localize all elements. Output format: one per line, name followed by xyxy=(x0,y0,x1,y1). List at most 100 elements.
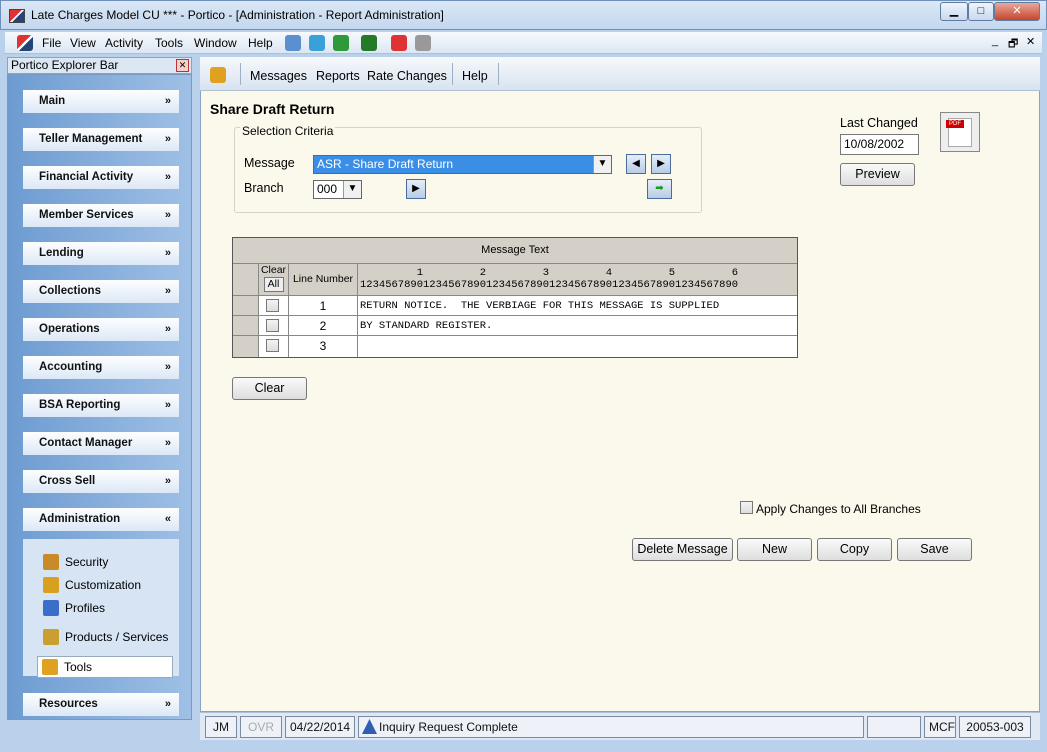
explorer-bar-header: Portico Explorer Bar ✕ xyxy=(7,57,192,74)
clear-column-label: Clear xyxy=(260,264,287,276)
group-label: BSA Reporting xyxy=(39,399,121,411)
close-button[interactable]: ✕ xyxy=(994,2,1040,21)
group-administration[interactable]: Administration « xyxy=(23,508,179,531)
window-titlebar: Late Charges Model CU *** - Portico - [A… xyxy=(0,0,1047,30)
group-operations[interactable]: Operations » xyxy=(23,318,179,341)
row-clear-checkbox[interactable] xyxy=(266,339,279,352)
group-bsa-reporting[interactable]: BSA Reporting » xyxy=(23,394,179,417)
group-member-services[interactable]: Member Services » xyxy=(23,204,179,227)
group-label: Administration xyxy=(39,513,121,525)
chevron-down-icon: » xyxy=(164,698,171,710)
explorer-close-button[interactable]: ✕ xyxy=(176,59,189,72)
apply-all-branches-checkbox[interactable] xyxy=(740,501,753,514)
group-lending[interactable]: Lending » xyxy=(23,242,179,265)
new-button[interactable]: New xyxy=(737,538,812,561)
group-label: Cross Sell xyxy=(39,475,96,487)
menu-bar: File View Activity Tools Window Help _ 🗗… xyxy=(5,32,1042,54)
chevron-up-icon: « xyxy=(164,513,171,525)
sidebar-item-label: Customization xyxy=(65,578,142,592)
group-label: Resources xyxy=(39,698,98,710)
chevron-down-icon[interactable]: ▼ xyxy=(593,156,611,173)
group-resources[interactable]: Resources » xyxy=(23,693,179,716)
row-selector[interactable] xyxy=(233,296,259,316)
clear-button[interactable]: Clear xyxy=(232,377,307,400)
minimize-button[interactable]: ▁ xyxy=(940,2,968,21)
mdi-minimize-button[interactable]: _ xyxy=(992,35,998,47)
group-cross-sell[interactable]: Cross Sell » xyxy=(23,470,179,493)
row-clear-cell xyxy=(259,296,289,316)
apply-all-branches-label: Apply Changes to All Branches xyxy=(756,502,921,516)
redo-arrow-icon[interactable] xyxy=(391,35,407,51)
copy-button[interactable]: Copy xyxy=(817,538,892,561)
group-financial-activity[interactable]: Financial Activity » xyxy=(23,166,179,189)
toolbar-messages[interactable]: Messages xyxy=(250,69,307,83)
previous-message-button[interactable]: ◀ xyxy=(626,154,646,174)
branch-select[interactable]: 000 ▼ xyxy=(313,180,362,199)
sidebar-item-tools[interactable]: Tools xyxy=(37,656,173,678)
save-button[interactable]: Save xyxy=(897,538,972,561)
status-date: 04/22/2014 xyxy=(285,716,355,738)
sidebar-item-products-services[interactable]: Products / Services xyxy=(43,628,168,646)
status-blank xyxy=(867,716,921,738)
branch-select-value: 000 xyxy=(317,182,338,196)
message-select[interactable]: ASR - Share Draft Return ▼ xyxy=(313,155,612,174)
next-message-button[interactable]: ▶ xyxy=(651,154,671,174)
pdf-icon[interactable]: PDF xyxy=(940,112,980,152)
sidebar-item-security[interactable]: Security xyxy=(43,553,108,571)
preview-button[interactable]: Preview xyxy=(840,163,915,186)
window-title: Late Charges Model CU *** - Portico - [A… xyxy=(31,8,444,22)
next-branch-button[interactable]: ▶ xyxy=(406,179,426,199)
chevron-down-icon: » xyxy=(164,475,171,487)
group-collections[interactable]: Collections » xyxy=(23,280,179,303)
chevron-down-icon: » xyxy=(164,247,171,259)
chevron-down-icon: » xyxy=(164,171,171,183)
maximize-button[interactable]: □ xyxy=(968,2,994,21)
go-arrow-button[interactable]: ➡ xyxy=(647,179,672,199)
tag-icon[interactable] xyxy=(309,35,325,51)
last-changed-label: Last Changed xyxy=(840,116,918,130)
sidebar-item-customization[interactable]: Customization xyxy=(43,576,141,594)
menu-activity[interactable]: Activity xyxy=(105,36,143,50)
group-label: Collections xyxy=(39,285,101,297)
message-text-cell[interactable]: BY STANDARD REGISTER. xyxy=(358,316,797,336)
group-contact-manager[interactable]: Contact Manager » xyxy=(23,432,179,455)
toolbar-reports[interactable]: Reports xyxy=(316,69,360,83)
status-bar: JM OVR 04/22/2014 Inquiry Request Comple… xyxy=(200,712,1040,740)
sidebar-item-profiles[interactable]: Profiles xyxy=(43,599,105,617)
message-text-cell[interactable]: RETURN NOTICE. THE VERBIAGE FOR THIS MES… xyxy=(358,296,797,316)
menu-tools[interactable]: Tools xyxy=(155,36,183,50)
menu-file[interactable]: File xyxy=(42,36,61,50)
products-icon xyxy=(43,629,59,645)
menu-window[interactable]: Window xyxy=(194,36,237,50)
menu-help[interactable]: Help xyxy=(248,36,273,50)
message-text-cell[interactable] xyxy=(358,336,797,357)
group-accounting[interactable]: Accounting » xyxy=(23,356,179,379)
mdi-restore-button[interactable]: 🗗 xyxy=(1008,35,1018,54)
status-message-text: Inquiry Request Complete xyxy=(379,720,518,734)
status-ovr: OVR xyxy=(240,716,282,738)
dollar-icon[interactable] xyxy=(333,35,349,51)
chevron-down-icon[interactable]: ▼ xyxy=(343,181,361,198)
grid-column-headers: Clear All Line Number 1 2 3 4 5 6 123456… xyxy=(233,264,797,296)
sidebar-item-label: Profiles xyxy=(65,601,106,615)
row-clear-checkbox[interactable] xyxy=(266,299,279,312)
mdi-close-button[interactable]: ✕ xyxy=(1026,35,1035,48)
toolbar-help[interactable]: Help xyxy=(462,69,488,83)
delete-message-button[interactable]: Delete Message xyxy=(632,538,733,561)
app-menu-icon[interactable] xyxy=(17,35,33,51)
cash-icon[interactable] xyxy=(361,35,377,51)
toolbar-rate-changes[interactable]: Rate Changes xyxy=(367,69,447,83)
row-selector[interactable] xyxy=(233,316,259,336)
menu-view[interactable]: View xyxy=(70,36,96,50)
calculator-icon[interactable] xyxy=(285,35,301,51)
grid-header: Message Text xyxy=(233,238,797,264)
keys-icon xyxy=(43,554,59,570)
row-clear-checkbox[interactable] xyxy=(266,319,279,332)
printer-icon[interactable] xyxy=(415,35,431,51)
group-label: Financial Activity xyxy=(39,171,134,183)
row-selector[interactable] xyxy=(233,336,259,357)
sidebar-item-label: Security xyxy=(65,555,109,569)
group-teller-management[interactable]: Teller Management » xyxy=(23,128,179,151)
group-main[interactable]: Main » xyxy=(23,90,179,113)
clear-all-button[interactable]: All xyxy=(263,277,284,292)
